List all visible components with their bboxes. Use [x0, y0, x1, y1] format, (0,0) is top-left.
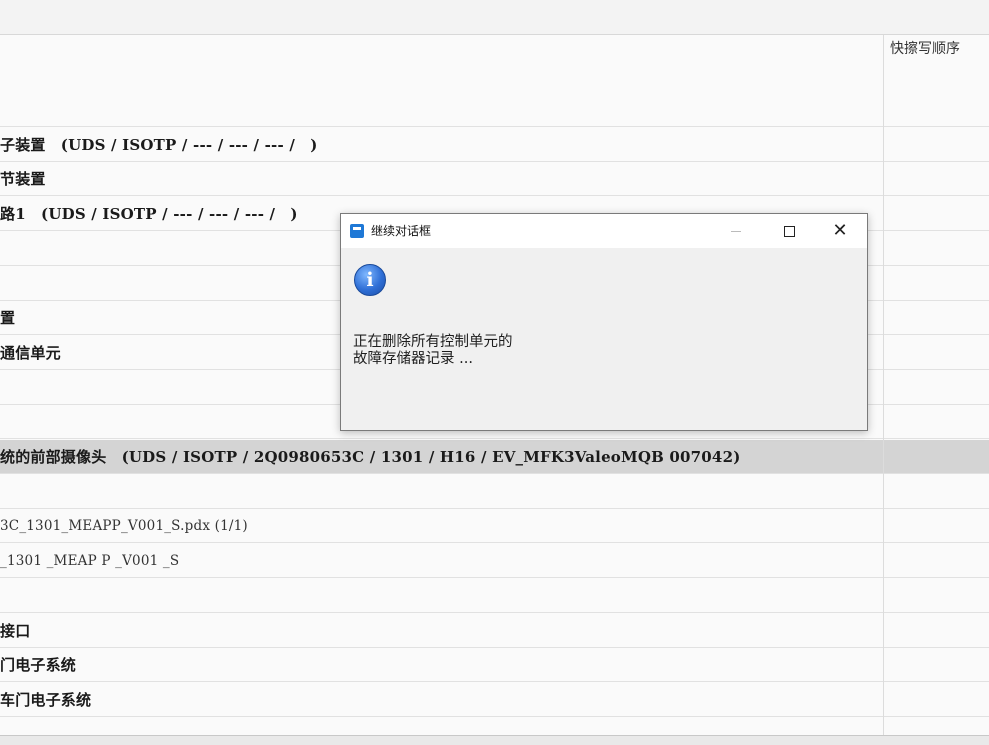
dialog-title: 继续对话框 — [371, 224, 432, 238]
table-row[interactable]: 3C_1301_MEAPP_V001_S.pdx (1/1) — [0, 509, 989, 544]
table-cell: 节装置 — [0, 170, 46, 189]
continue-dialog: 继续对话框 ✕ i 正在删除所有控制单元的 故障存储器记录 ... — [340, 213, 868, 431]
table-cell: 子装置 (UDS / ISOTP / --- / --- / --- / ) — [0, 135, 318, 154]
table-row[interactable]: 接口 — [0, 614, 989, 648]
table-cell — [0, 579, 883, 613]
app-icon — [350, 224, 364, 238]
top-toolbar — [0, 0, 989, 35]
table-cell: 门电子系统 — [0, 656, 77, 675]
table-row[interactable] — [0, 579, 989, 613]
table-row[interactable]: 节装置 — [0, 162, 989, 197]
table-row[interactable]: 车门电子系统 — [0, 683, 989, 717]
column-header-flash-order: 快擦写顺序 — [890, 41, 960, 57]
dialog-message-line1: 正在删除所有控制单元的 — [353, 334, 513, 350]
maximize-icon — [783, 226, 795, 237]
table-row[interactable] — [0, 475, 989, 509]
minimize-button[interactable] — [713, 214, 759, 248]
dialog-message-line2: 故障存储器记录 ... — [353, 351, 473, 367]
table-cell — [0, 93, 883, 127]
info-icon: i — [354, 264, 386, 296]
table-cell: 统的前部摄像头 (UDS / ISOTP / 2Q0980653C / 1301… — [0, 448, 741, 466]
dialog-message: 正在删除所有控制单元的 故障存储器记录 ... — [353, 334, 513, 368]
table-cell: _1301 _MEAP P _V001 _S — [0, 553, 180, 570]
table-row[interactable] — [0, 93, 989, 127]
table-cell: 车门电子系统 — [0, 690, 92, 709]
dialog-title-bar[interactable]: 继续对话框 ✕ — [341, 214, 867, 248]
maximize-button[interactable] — [766, 214, 812, 248]
table-cell — [0, 475, 883, 509]
minimize-icon — [731, 231, 741, 232]
table-cell: 3C_1301_MEAPP_V001_S.pdx (1/1) — [0, 518, 248, 535]
close-icon: ✕ — [832, 220, 848, 241]
table-row[interactable]: _1301 _MEAP P _V001 _S — [0, 544, 989, 579]
table-cell: 接口 — [0, 621, 31, 640]
table-row[interactable]: 子装置 (UDS / ISOTP / --- / --- / --- / ) — [0, 128, 989, 162]
table-row[interactable]: 门电子系统 — [0, 648, 989, 683]
close-button[interactable]: ✕ — [817, 214, 863, 248]
table-row[interactable]: 统的前部摄像头 (UDS / ISOTP / 2Q0980653C / 1301… — [0, 440, 989, 474]
column-separator — [883, 35, 884, 735]
